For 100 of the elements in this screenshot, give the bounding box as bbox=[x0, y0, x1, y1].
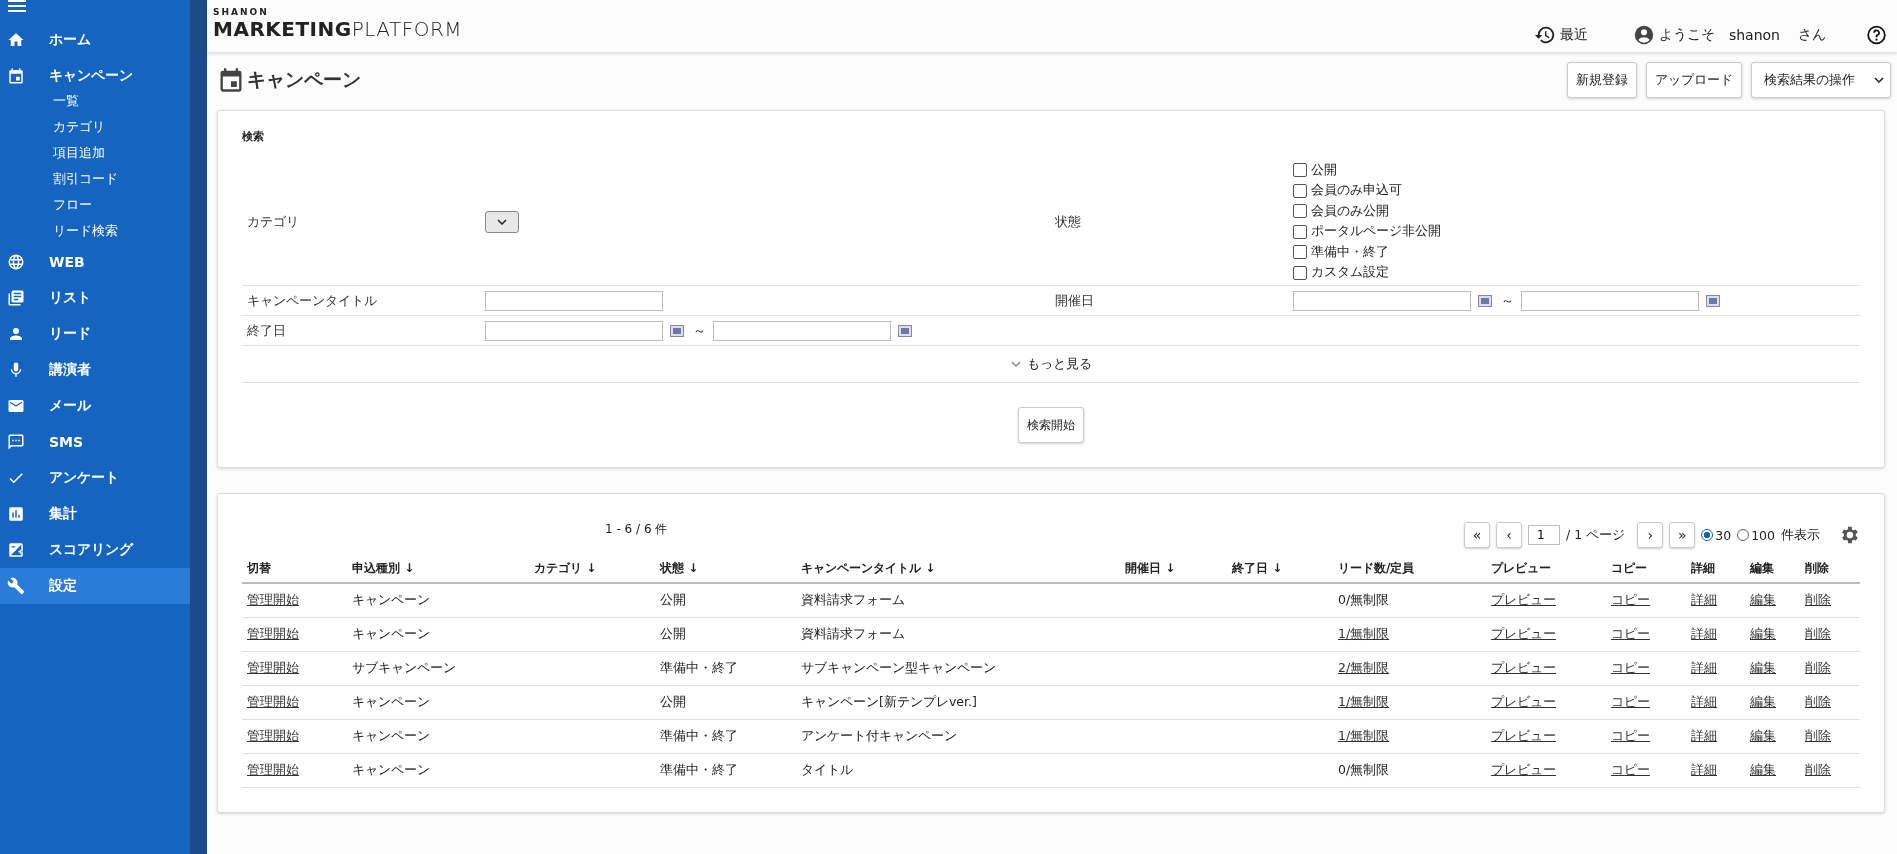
date-input[interactable] bbox=[713, 320, 891, 341]
table-link[interactable]: コピー bbox=[1606, 660, 1650, 677]
action-button[interactable]: アップロード bbox=[1646, 62, 1742, 98]
nav-item[interactable]: ホーム bbox=[0, 22, 190, 58]
date-input[interactable] bbox=[1293, 290, 1471, 311]
table-link[interactable]: プレビュー bbox=[1486, 694, 1556, 711]
table-link[interactable]: 管理開始 bbox=[242, 728, 299, 745]
column-header[interactable]: 申込種別 ↓ bbox=[347, 559, 415, 577]
sidebar-scrollbar[interactable] bbox=[190, 0, 207, 854]
table-link[interactable]: 編集 bbox=[1745, 592, 1776, 609]
nav-item[interactable]: メール bbox=[0, 388, 190, 424]
nav-item[interactable]: SMS bbox=[0, 424, 190, 460]
column-header[interactable]: 削除 bbox=[1800, 559, 1829, 577]
column-header[interactable]: 状態 ↓ bbox=[655, 559, 699, 577]
nav-item[interactable]: リード bbox=[0, 316, 190, 352]
actions-dropdown[interactable]: 検索結果の操作 bbox=[1751, 62, 1891, 98]
table-link[interactable]: 詳細 bbox=[1686, 592, 1717, 609]
table-link[interactable]: 削除 bbox=[1800, 762, 1831, 779]
date-input[interactable] bbox=[1521, 290, 1699, 311]
table-link[interactable]: 詳細 bbox=[1686, 694, 1717, 711]
status-checkbox[interactable]: カスタム設定 bbox=[1293, 262, 1389, 283]
nav-item[interactable]: アンケート bbox=[0, 460, 190, 496]
calendar-icon[interactable] bbox=[1478, 294, 1492, 307]
nav-item[interactable]: スコアリング bbox=[0, 532, 190, 568]
column-header[interactable]: リード数/定員 bbox=[1333, 559, 1415, 577]
table-link[interactable]: 編集 bbox=[1745, 694, 1776, 711]
table-link[interactable]: プレビュー bbox=[1486, 660, 1556, 677]
column-header[interactable]: カテゴリ ↓ bbox=[529, 559, 597, 577]
nav-subitem[interactable]: フロー bbox=[0, 192, 190, 218]
table-link[interactable]: コピー bbox=[1606, 626, 1650, 643]
last-page-button[interactable]: » bbox=[1669, 522, 1696, 548]
nav-subitem[interactable]: 項目追加 bbox=[0, 140, 190, 166]
nav-item[interactable]: 講演者 bbox=[0, 352, 190, 388]
table-link[interactable]: 削除 bbox=[1800, 626, 1831, 643]
table-link[interactable]: 管理開始 bbox=[242, 762, 299, 779]
table-link[interactable]: 詳細 bbox=[1686, 660, 1717, 677]
table-link[interactable]: プレビュー bbox=[1486, 592, 1556, 609]
table-link[interactable]: 詳細 bbox=[1686, 626, 1717, 643]
table-link[interactable]: 管理開始 bbox=[242, 626, 299, 643]
category-select[interactable] bbox=[485, 210, 519, 233]
column-header[interactable]: 開催日 ↓ bbox=[1120, 559, 1176, 577]
show-more-toggle[interactable]: もっと見る bbox=[1010, 355, 1092, 373]
per-page-radio[interactable]: 30 bbox=[1701, 527, 1732, 543]
column-header[interactable]: 詳細 bbox=[1686, 559, 1715, 577]
column-header[interactable]: キャンペーンタイトル ↓ bbox=[796, 559, 936, 577]
table-link[interactable]: 管理開始 bbox=[242, 660, 299, 677]
nav-subitem[interactable]: リード検索 bbox=[0, 218, 190, 244]
next-page-button[interactable]: › bbox=[1637, 522, 1664, 548]
nav-item[interactable]: 設定 bbox=[0, 568, 190, 604]
title-input[interactable] bbox=[485, 290, 663, 311]
status-checkbox[interactable]: 会員のみ公開 bbox=[1293, 201, 1389, 222]
table-link[interactable]: コピー bbox=[1606, 694, 1650, 711]
column-header[interactable]: 終了日 ↓ bbox=[1227, 559, 1283, 577]
table-link[interactable]: 削除 bbox=[1800, 694, 1831, 711]
status-checkbox[interactable]: 準備中・終了 bbox=[1293, 242, 1389, 263]
calendar-icon[interactable] bbox=[1706, 294, 1720, 307]
history-icon[interactable] bbox=[1533, 24, 1556, 46]
nav-item[interactable]: 集計 bbox=[0, 496, 190, 532]
column-header[interactable]: 切替 bbox=[242, 559, 271, 577]
menu-icon[interactable] bbox=[8, 0, 26, 12]
table-link[interactable]: 編集 bbox=[1745, 626, 1776, 643]
table-link[interactable]: 詳細 bbox=[1686, 728, 1717, 745]
table-link[interactable]: 1/無制限 bbox=[1333, 694, 1390, 711]
table-link[interactable]: 管理開始 bbox=[242, 694, 299, 711]
action-button[interactable]: 新規登録 bbox=[1567, 62, 1637, 98]
table-link[interactable]: 2/無制限 bbox=[1333, 660, 1390, 677]
status-checkbox[interactable]: 会員のみ申込可 bbox=[1293, 180, 1402, 201]
previous-page-button[interactable]: ‹ bbox=[1496, 522, 1523, 548]
nav-item[interactable]: リスト bbox=[0, 280, 190, 316]
table-link[interactable]: 1/無制限 bbox=[1333, 728, 1390, 745]
nav-subitem[interactable]: 割引コード bbox=[0, 166, 190, 192]
column-header[interactable]: コピー bbox=[1606, 559, 1647, 577]
column-header[interactable]: 編集 bbox=[1745, 559, 1774, 577]
table-link[interactable]: コピー bbox=[1606, 762, 1650, 779]
help-icon[interactable] bbox=[1866, 24, 1887, 46]
date-input[interactable] bbox=[485, 320, 663, 341]
table-link[interactable]: プレビュー bbox=[1486, 728, 1556, 745]
status-checkbox[interactable]: 公開 bbox=[1293, 160, 1337, 181]
column-header[interactable]: プレビュー bbox=[1486, 559, 1551, 577]
table-link[interactable]: 詳細 bbox=[1686, 762, 1717, 779]
table-link[interactable]: 編集 bbox=[1745, 762, 1776, 779]
recent-link[interactable]: 最近 bbox=[1559, 26, 1588, 44]
nav-item[interactable]: WEB bbox=[0, 244, 190, 280]
status-checkbox[interactable]: ポータルページ非公開 bbox=[1293, 221, 1441, 242]
table-link[interactable]: プレビュー bbox=[1486, 626, 1556, 643]
table-link[interactable]: 削除 bbox=[1800, 660, 1831, 677]
nav-subitem[interactable]: カテゴリ bbox=[0, 114, 190, 140]
first-page-button[interactable]: « bbox=[1464, 522, 1491, 548]
table-link[interactable]: プレビュー bbox=[1486, 762, 1556, 779]
table-link[interactable]: 管理開始 bbox=[242, 592, 299, 609]
table-link[interactable]: 削除 bbox=[1800, 592, 1831, 609]
page-input[interactable]: 1 bbox=[1528, 525, 1561, 545]
table-link[interactable]: 編集 bbox=[1745, 660, 1776, 677]
table-link[interactable]: 1/無制限 bbox=[1333, 626, 1390, 643]
per-page-radio[interactable]: 100 bbox=[1737, 527, 1775, 543]
calendar-icon[interactable] bbox=[670, 324, 684, 337]
table-link[interactable]: 編集 bbox=[1745, 728, 1776, 745]
table-link[interactable]: コピー bbox=[1606, 728, 1650, 745]
table-link[interactable]: 削除 bbox=[1800, 728, 1831, 745]
search-button[interactable]: 検索開始 bbox=[1018, 407, 1084, 443]
